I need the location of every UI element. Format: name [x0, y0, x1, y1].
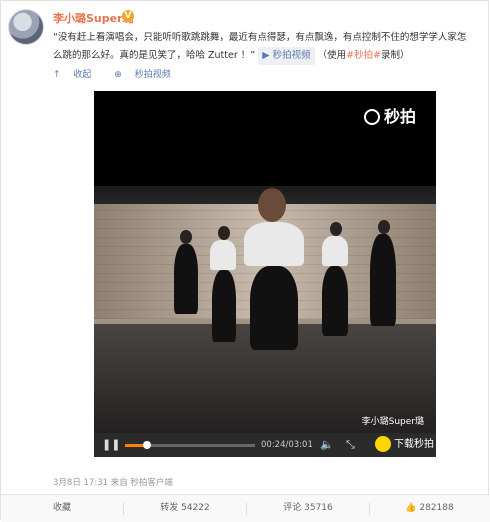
- favorite-button[interactable]: 收藏: [1, 495, 123, 522]
- post-text: “没有赶上看演唱会，只能听听歌跳跳舞，最近有点得瑟，有点飘逸，有点控制不住的想学…: [53, 29, 473, 65]
- view-video-label: 秒拍视频: [134, 70, 171, 80]
- dancer: [250, 266, 298, 350]
- video-frame: [94, 186, 436, 448]
- comment-button[interactable]: 评论 35716: [247, 495, 369, 522]
- video-icon: ▶: [262, 50, 273, 61]
- zoom-icon: ⊕: [114, 70, 125, 80]
- video-controls: ❚❚ 00:24/03:01 🔈 ⤡ 下载秒拍: [94, 433, 436, 457]
- media-actions: ↑ 收起 ⊕ 秒拍视频: [53, 67, 191, 80]
- video-watermark: 李小璐Super璐: [361, 417, 424, 427]
- dancer-head: [378, 220, 390, 234]
- repost-label: 转发 54222: [160, 503, 210, 513]
- collapse-label: 收起: [73, 70, 92, 80]
- volume-icon[interactable]: 🔈: [320, 433, 334, 457]
- post-suffix-prefix: （使用: [317, 50, 347, 61]
- post-source[interactable]: 来自 秒拍客户端: [111, 478, 173, 488]
- view-video-button[interactable]: ⊕ 秒拍视频: [114, 70, 180, 80]
- dancer-head: [218, 226, 230, 240]
- avatar[interactable]: [8, 9, 44, 45]
- fullscreen-icon[interactable]: ⤡: [346, 433, 355, 457]
- video-link-label: 秒拍视频: [272, 50, 311, 61]
- comment-label: 评论 35716: [283, 503, 333, 513]
- verified-badge-icon: V: [122, 10, 134, 22]
- progress-bar[interactable]: [125, 441, 255, 449]
- video-time: 00:24/03:01: [261, 440, 313, 450]
- play-pause-icon[interactable]: ❚❚: [102, 433, 120, 457]
- download-label: 下载秒拍: [394, 439, 434, 450]
- miaopai-brand: 秒拍: [363, 103, 416, 127]
- post-date[interactable]: 3月8日 17:31: [53, 478, 108, 488]
- video-link[interactable]: ▶ 秒拍视频: [258, 47, 315, 65]
- download-miaopai-button[interactable]: 下载秒拍: [375, 435, 434, 455]
- dancer: [244, 222, 304, 266]
- action-bar: 收藏 转发 54222 评论 35716 👍 282188: [1, 494, 490, 522]
- dancer: [370, 234, 396, 326]
- miaopai-logo-icon: [363, 109, 380, 125]
- post-suffix-end: 录制）: [381, 50, 410, 61]
- progress-handle[interactable]: [143, 441, 152, 449]
- brand-label: 秒拍: [383, 107, 416, 126]
- miaopai-icon: [375, 436, 391, 452]
- dancer: [210, 240, 236, 270]
- post-meta: 3月8日 17:31 来自 秒拍客户端: [53, 476, 173, 488]
- video-player[interactable]: 秒拍 李小璐Super璐 ❚❚ 00:24/03:01 🔈 ⤡ 下载秒拍: [94, 91, 436, 457]
- dancer: [322, 266, 348, 336]
- collapse-icon: ↑: [53, 70, 64, 80]
- like-button[interactable]: 👍 282188: [370, 495, 489, 522]
- dancer-head: [258, 188, 286, 222]
- weibo-post-card: 李小璐Super璐 V “没有赶上看演唱会，只能听听歌跳跳舞，最近有点得瑟，有点…: [0, 0, 490, 522]
- dancer-head: [330, 222, 342, 236]
- dancer: [174, 244, 198, 314]
- like-count: 282188: [419, 503, 454, 513]
- dancer: [212, 270, 236, 342]
- dancer-head: [180, 230, 192, 244]
- like-icon: 👍: [405, 503, 420, 513]
- repost-button[interactable]: 转发 54222: [124, 495, 246, 522]
- dancer: [322, 236, 348, 266]
- hashtag-link[interactable]: #秒拍#: [346, 50, 381, 61]
- collapse-button[interactable]: ↑ 收起: [53, 70, 101, 80]
- favorite-label: 收藏: [52, 503, 71, 513]
